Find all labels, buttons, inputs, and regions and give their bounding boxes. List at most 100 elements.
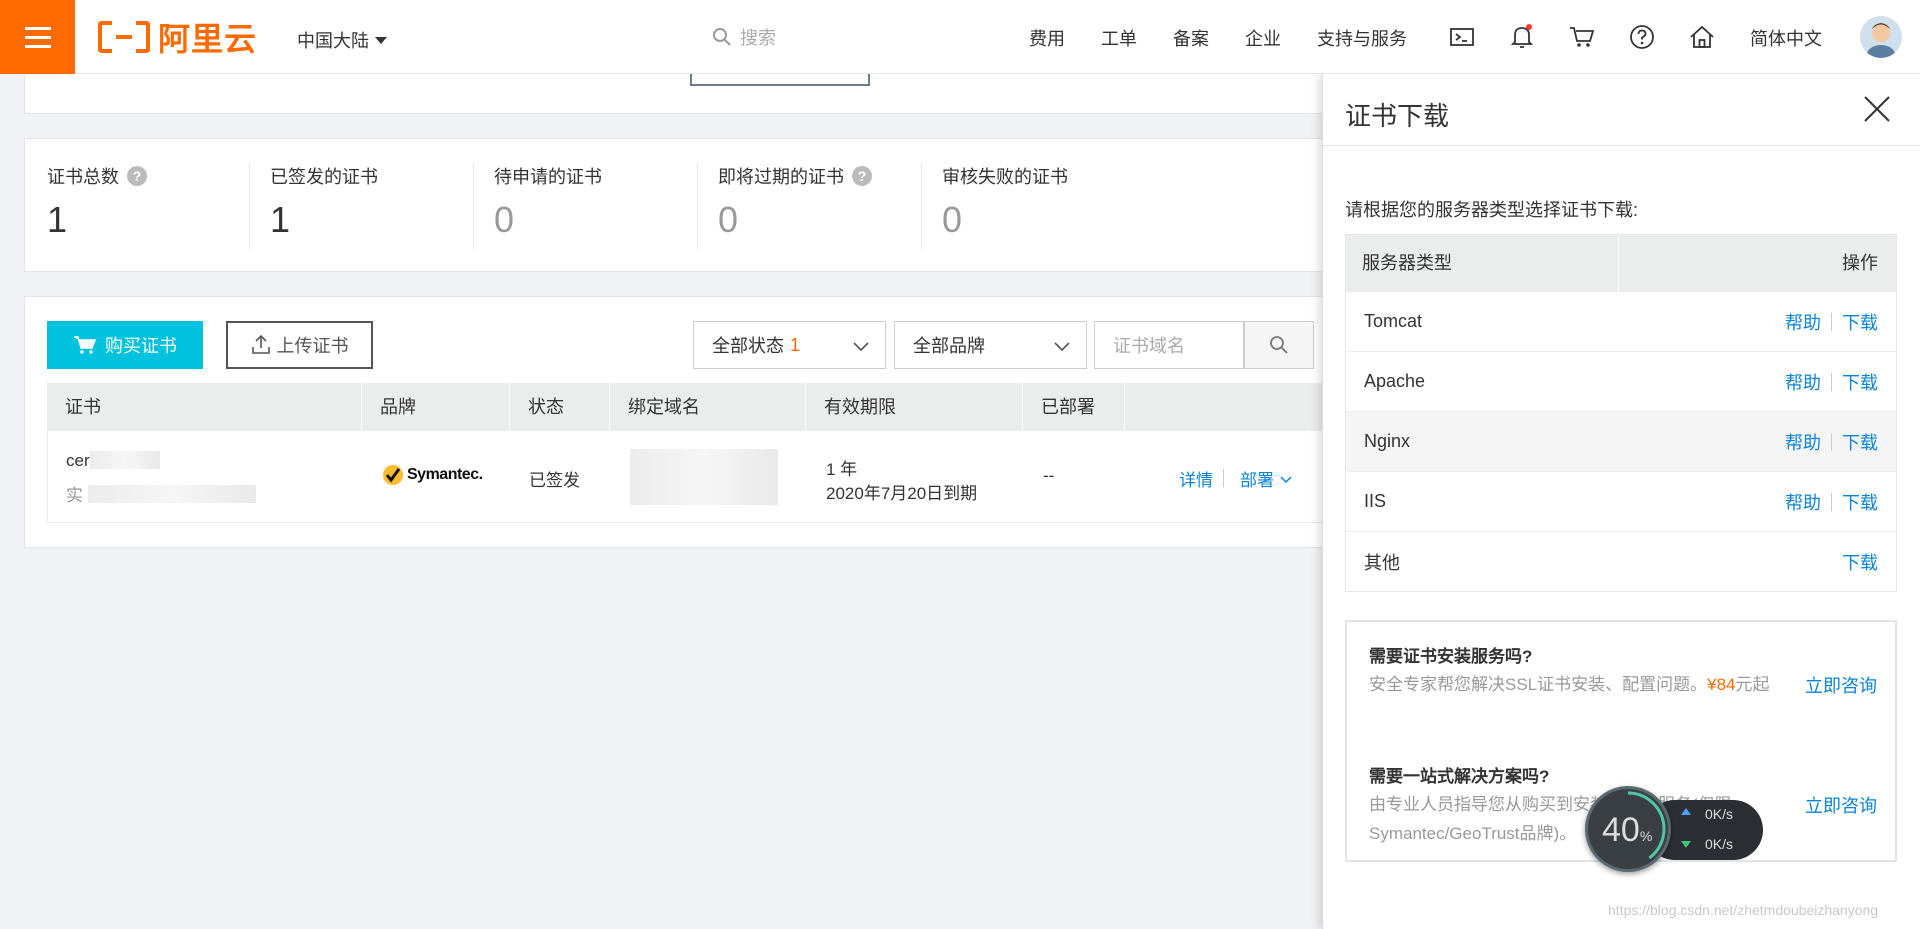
top-navigation-bar: 阿里云 中国大陆 搜索 费用 工单 备案 企业 支持与服务 简体中文: [0, 0, 1920, 74]
deploy-link[interactable]: 部署: [1240, 466, 1293, 491]
upload-arrow-icon: [1681, 808, 1691, 815]
stat-expiring[interactable]: 即将过期的证书? 0: [718, 163, 943, 253]
stat-total[interactable]: 证书总数? 1: [47, 163, 272, 253]
help-link[interactable]: 帮助: [1785, 309, 1821, 335]
region-selector[interactable]: 中国大陆: [297, 27, 387, 53]
drawer-title: 证书下载: [1345, 101, 1450, 131]
stat-label: 审核失败的证书: [942, 167, 1068, 187]
col-brand: 品牌: [362, 383, 510, 431]
col-deployed: 已部署: [1023, 383, 1125, 431]
download-speed: 0K/s: [1705, 836, 1734, 852]
help-link[interactable]: 帮助: [1785, 369, 1821, 395]
cart-icon[interactable]: [1567, 22, 1597, 52]
stat-failed[interactable]: 审核失败的证书 0: [942, 163, 1167, 253]
download-arrow-icon: [1681, 841, 1691, 848]
user-avatar-icon: [1860, 16, 1902, 58]
service2-consult-link[interactable]: 立即咨询: [1805, 792, 1877, 818]
help-icon[interactable]: [1627, 22, 1657, 52]
redacted-blur: [90, 451, 160, 469]
service1-consult-link[interactable]: 立即咨询: [1805, 672, 1877, 698]
service1-desc: 安全专家帮您解决SSL证书安装、配置问题。¥84元起: [1369, 675, 1770, 694]
col-server-type: 服务器类型: [1346, 235, 1619, 291]
global-search[interactable]: 搜索: [712, 24, 776, 50]
redacted-blur: [88, 485, 256, 503]
language-switcher[interactable]: 简体中文: [1750, 25, 1822, 51]
status-filter-dropdown[interactable]: 全部状态 1: [693, 321, 886, 369]
domain-search-button[interactable]: [1244, 321, 1314, 369]
redacted-domain: [630, 449, 778, 505]
nav-billing[interactable]: 费用: [1029, 25, 1065, 51]
nav-enterprise[interactable]: 企业: [1245, 25, 1281, 51]
nav-tickets[interactable]: 工单: [1101, 25, 1137, 51]
upload-speed: 0K/s: [1705, 806, 1734, 822]
aliyun-logo[interactable]: 阿里云: [98, 20, 257, 58]
stat-value: 0: [494, 199, 515, 240]
menu-button[interactable]: [0, 0, 75, 74]
divider: [249, 163, 250, 249]
stat-issued[interactable]: 已签发的证书 1: [270, 163, 495, 253]
download-link[interactable]: 下载: [1842, 429, 1878, 455]
server-name: IIS: [1364, 491, 1387, 511]
server-row-iis: IIS 帮助 下载: [1346, 471, 1896, 531]
domain-search-input[interactable]: 证书域名: [1094, 321, 1244, 369]
chevron-down-icon: [1054, 342, 1070, 352]
symantec-check-icon: [383, 465, 403, 485]
stat-label: 证书总数?: [47, 163, 272, 189]
previous-section-card: [24, 74, 1324, 114]
cert-subtitle: 实: [66, 486, 83, 505]
stat-pending[interactable]: 待申请的证书 0: [494, 163, 719, 253]
server-type-table: 服务器类型 操作 Tomcat 帮助 下载 Apache 帮助 下载 Nginx 帮…: [1345, 234, 1897, 592]
brand-filter-dropdown[interactable]: 全部品牌: [894, 321, 1087, 369]
nav-icp[interactable]: 备案: [1173, 25, 1209, 51]
details-link[interactable]: 详情: [1179, 466, 1213, 491]
status-badge: 已签发: [529, 471, 580, 490]
terminal-icon[interactable]: [1447, 22, 1477, 52]
buy-certificate-button[interactable]: 购买证书: [47, 321, 203, 369]
download-link[interactable]: 下载: [1842, 369, 1878, 395]
aliyun-logo-mark-icon: [98, 21, 150, 53]
nav-support[interactable]: 支持与服务: [1317, 25, 1407, 51]
speed-percent-gauge: 40%: [1585, 786, 1671, 872]
question-mark-icon[interactable]: ?: [127, 166, 147, 186]
col-actions: [1125, 383, 1337, 431]
service2-title: 需要一站式解决方案吗?: [1369, 767, 1550, 786]
notification-bell-icon[interactable]: [1507, 22, 1537, 52]
avatar[interactable]: [1860, 16, 1902, 58]
help-link[interactable]: 帮助: [1785, 489, 1821, 515]
help-link[interactable]: 帮助: [1785, 429, 1821, 455]
divider: [697, 163, 698, 249]
server-name: Apache: [1364, 371, 1426, 391]
col-action: 操作: [1842, 253, 1878, 273]
close-icon[interactable]: [1862, 94, 1892, 124]
search-placeholder: 搜索: [740, 28, 776, 48]
drawer-header: 证书下载: [1323, 74, 1920, 146]
server-row-nginx: Nginx 帮助 下载: [1346, 411, 1896, 471]
top-nav-links: 费用 工单 备案 企业 支持与服务: [1029, 25, 1443, 51]
hamburger-icon: [24, 24, 51, 51]
question-mark-icon[interactable]: ?: [852, 166, 872, 186]
certificate-stats-card: 证书总数? 1 已签发的证书 1 待申请的证书 0 即将过期的证书? 0 审核失…: [24, 138, 1324, 272]
server-row-tomcat: Tomcat 帮助 下载: [1346, 291, 1896, 351]
server-row-other: 其他 下载: [1346, 531, 1896, 591]
col-validity: 有效期限: [806, 383, 1023, 431]
download-link[interactable]: 下载: [1842, 549, 1878, 575]
partial-button-outline: [690, 74, 870, 86]
cart-icon: [74, 336, 97, 354]
col-status: 状态: [510, 383, 610, 431]
download-link[interactable]: 下载: [1842, 309, 1878, 335]
divider: [921, 163, 922, 249]
server-table-header: 服务器类型 操作: [1346, 235, 1896, 291]
network-speed-widget[interactable]: 0K/s 0K/s 40%: [1585, 786, 1763, 872]
stat-value: 0: [942, 199, 963, 240]
upload-icon: [251, 335, 270, 354]
download-link[interactable]: 下载: [1842, 489, 1878, 515]
home-icon[interactable]: [1687, 22, 1717, 52]
divider: [1223, 469, 1224, 487]
col-certificate: 证书: [47, 383, 362, 431]
divider: [473, 163, 474, 249]
certificate-list-card: 购买证书 上传证书 全部状态 1 全部品牌 证书域名 证书 品牌 状态 绑定域名 …: [24, 296, 1337, 548]
col-domain: 绑定域名: [610, 383, 806, 431]
caret-down-icon: [375, 36, 387, 44]
table-row: cer20 实 Symantec. 已签发 1 年 2020年7月20日到期 -…: [47, 431, 1337, 523]
upload-certificate-button[interactable]: 上传证书: [226, 321, 373, 369]
